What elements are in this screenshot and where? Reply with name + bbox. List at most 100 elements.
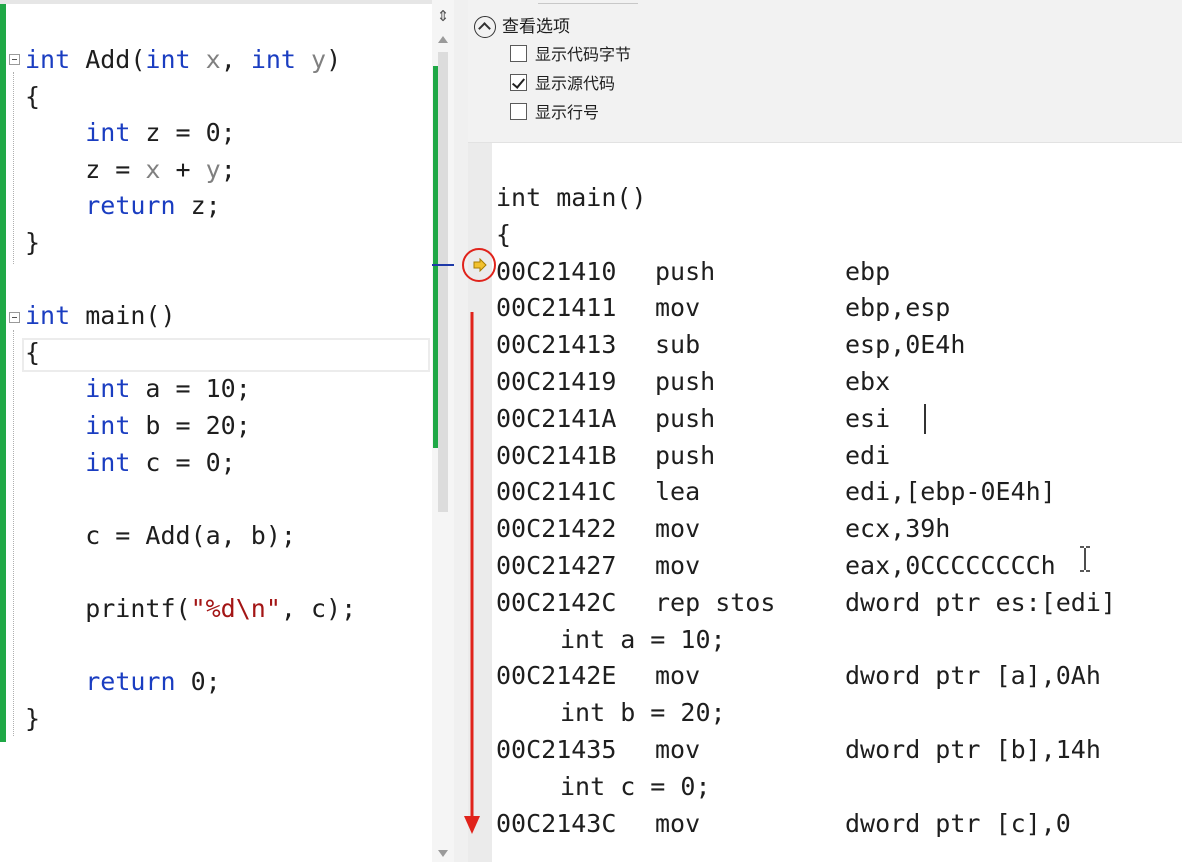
code-token: x [145,154,161,184]
code-token: z; [175,191,221,221]
source-line: return 0; [25,664,220,700]
asm-address: 00C21413 [496,330,617,360]
code-token: return [85,191,176,221]
option-show-source-code[interactable]: 显示源代码 [510,70,615,94]
source-line: int a = 10; [25,371,251,407]
code-token: main() [70,301,176,331]
asm-mnemonic: push [655,256,716,286]
asm-instruction-row: 00C21410 push ebp [468,254,1148,290]
code-token: , c); [280,594,357,623]
source-line: { [25,335,40,371]
scroll-up-arrow-icon[interactable] [438,36,448,43]
disassembly-window[interactable]: 查看选项 显示代码字节 显示源代码 显示行号 int main() {00C214… [468,0,1182,862]
ibeam-cursor-icon [1080,546,1090,572]
asm-mnemonic: mov [655,293,701,323]
asm-mnemonic: mov [655,808,701,838]
asm-operands: edi,[ebp-0E4h] [845,477,1056,507]
code-token: } [25,703,41,733]
code-token: b = 20; [130,411,251,440]
asm-operands: esp,0E4h [845,330,966,360]
asm-source-row: { [468,217,1148,253]
asm-source-row: int main() [468,180,1148,216]
show-code-bytes-checkbox[interactable] [510,44,527,62]
asm-address: 00C21419 [496,367,617,396]
show-line-numbers-label: 显示行号 [535,103,600,122]
asm-mnemonic: mov [655,551,701,580]
asm-address: 00C21422 [496,514,617,544]
code-token: int [25,45,71,74]
collapse-main-icon[interactable] [9,312,20,323]
source-editor[interactable]: int Add(int x, int y){ int z = 0; z = x … [0,0,432,862]
code-token: } [25,228,41,257]
asm-operands: dword ptr [a],0Ah [845,661,1101,691]
source-line: printf("%d\n", c); [25,591,356,627]
scrollbar-caret-marker [432,264,454,266]
source-line: return z; [25,188,221,224]
source-line: } [25,225,40,261]
show-source-code-checkbox[interactable] [510,73,527,91]
source-line: c = Add(a, b); [25,518,296,554]
code-token: z = [25,154,146,184]
current-line-highlight [22,338,430,372]
interleaved-source-text: int main() [496,183,647,212]
interleaved-source-text: { [496,219,512,249]
collapse-add-icon[interactable] [9,54,20,65]
asm-instruction-row: 00C2142E mov dword ptr [a],0Ah [468,658,1148,694]
split-window-icon[interactable]: ⇕ [435,6,451,26]
interleaved-source-text: int b = 20; [560,698,726,728]
option-show-line-numbers[interactable]: 显示行号 [510,99,599,123]
asm-instruction-row: 00C2141C lea edi,[ebp-0E4h] [468,474,1148,510]
option-show-code-bytes[interactable]: 显示代码字节 [510,41,631,65]
asm-address: 00C2143C [496,808,617,838]
source-line: int Add(int x, int y) [25,42,341,78]
asm-operands: edi [845,440,891,470]
show-code-bytes-label: 显示代码字节 [535,45,632,64]
source-line: { [25,79,40,115]
asm-address: 00C21427 [496,551,617,580]
asm-mnemonic: push [655,403,716,433]
asm-instruction-row: 00C21435 mov dword ptr [b],14h [468,732,1148,768]
asm-instruction-row: 00C2141A push esi [468,401,1148,437]
scroll-thumb[interactable] [438,52,448,512]
code-token: a = 10; [130,374,251,404]
show-line-numbers-checkbox[interactable] [510,102,527,120]
asm-operands: dword ptr es:[edi] [845,587,1116,617]
asm-address: 00C2141C [496,477,617,507]
collapse-options-icon[interactable] [474,16,496,38]
asm-address: 00C21435 [496,735,617,764]
source-line: int main() [25,298,176,334]
annotation-red-down-arrow [464,312,480,834]
editor-tab-strip [0,0,432,4]
asm-instruction-row: 00C21422 mov ecx,39h [468,511,1148,547]
asm-operands: dword ptr [c],0 [845,808,1071,838]
outline-guide-add [13,72,14,264]
code-token: int [250,45,296,74]
asm-mnemonic: mov [655,661,701,691]
code-token: c = Add(a, b); [25,520,296,550]
source-line: } [25,701,40,737]
code-token: y [311,45,327,74]
editor-vertical-scrollbar[interactable]: ⇕ [432,0,454,862]
asm-address: 00C2142C [496,587,617,617]
code-token: int [85,374,131,404]
scroll-down-arrow-icon[interactable] [438,850,448,857]
source-line: z = x + y; [25,152,236,188]
source-line: int c = 0; [25,445,236,481]
asm-instruction-row: 00C2143C mov dword ptr [c],0 [468,806,1148,842]
asm-instruction-row: 00C21427 mov eax,0CCCCCCCCh [468,548,1148,584]
asm-mnemonic: mov [655,735,701,764]
asm-operands: ebp [845,256,891,286]
view-options-title: 查看选项 [502,17,570,37]
asm-address: 00C21411 [496,293,617,323]
code-token: + [160,154,206,184]
interleaved-source-text: int c = 0; [560,771,711,801]
asm-instruction-row: 00C2142C rep stos dword ptr es:[edi] [468,585,1148,621]
address-bar-edge [538,0,638,4]
code-token: return [85,667,176,697]
